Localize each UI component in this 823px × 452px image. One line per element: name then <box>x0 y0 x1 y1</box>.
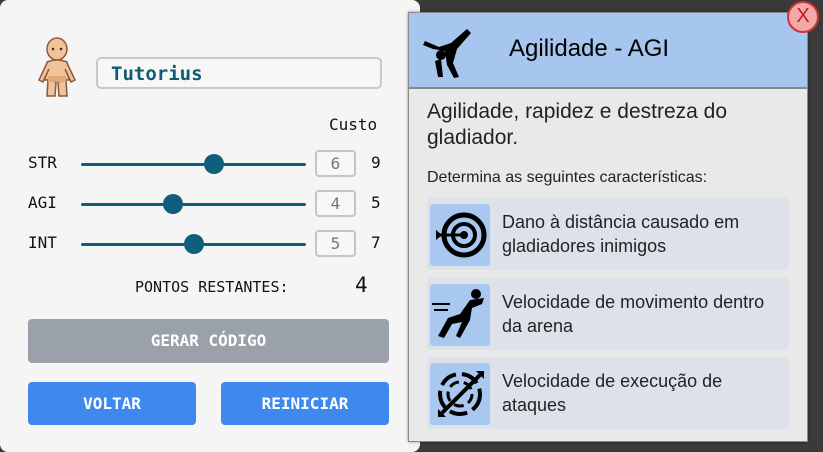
feature-text: Dano à distância causado em gladiadores … <box>502 212 740 256</box>
acrobat-handstand-icon <box>421 21 481 79</box>
stat-row-str: STR 6 9 <box>0 149 420 179</box>
close-button[interactable]: X <box>787 1 819 33</box>
str-cost: 9 <box>371 153 381 172</box>
gladiator-avatar <box>35 36 79 100</box>
attribute-description: Agilidade, rapidez e destreza do gladiad… <box>427 100 728 149</box>
whirlwind-swords-icon <box>430 363 490 425</box>
reset-button[interactable]: REINICIAR <box>221 382 389 425</box>
info-header: Agilidade - AGI <box>409 13 807 89</box>
slider-knob[interactable] <box>183 234 204 254</box>
target-arrow-icon <box>430 204 490 266</box>
agi-cost: 5 <box>371 193 381 212</box>
gladiator-name: Tutorius <box>111 63 203 85</box>
int-value-input[interactable]: 5 <box>315 230 356 257</box>
remaining-points-value: 4 <box>355 273 368 297</box>
feature-item: Velocidade de movimento dentro da arena <box>427 278 789 350</box>
stat-row-int: INT 5 7 <box>0 229 420 259</box>
feature-item: Velocidade de execução de ataques <box>427 357 789 429</box>
info-title: Agilidade - AGI <box>509 35 670 62</box>
gladiator-name-field[interactable]: Tutorius <box>96 57 382 89</box>
features-subtitle: Determina as seguintes características: <box>427 169 708 186</box>
slider-knob[interactable] <box>203 154 224 174</box>
int-cost: 7 <box>371 233 381 252</box>
agi-slider[interactable] <box>81 194 306 214</box>
back-button[interactable]: VOLTAR <box>28 382 196 425</box>
stat-label: INT <box>28 233 57 252</box>
stats-panel: Tutorius Custo STR 6 9 AGI 4 5 INT 5 7 P… <box>0 0 420 452</box>
str-slider[interactable] <box>81 154 306 174</box>
stat-label: STR <box>28 153 57 172</box>
remaining-points-label: PONTOS RESTANTES: <box>135 278 289 296</box>
stat-label: AGI <box>28 193 57 212</box>
feature-text: Velocidade de movimento dentro da arena <box>502 292 765 336</box>
cost-column-header: Custo <box>329 115 378 134</box>
agi-value-input[interactable]: 4 <box>315 190 356 217</box>
attribute-info-panel: Agilidade - AGI Agilidade, rapidez e des… <box>408 12 808 442</box>
generate-code-button[interactable]: GERAR CÓDIGO <box>28 319 389 363</box>
str-value-input[interactable]: 6 <box>315 150 356 177</box>
feature-item: Dano à distância causado em gladiadores … <box>427 198 789 270</box>
int-slider[interactable] <box>81 234 306 254</box>
stat-row-agi: AGI 4 5 <box>0 189 420 219</box>
feature-text: Velocidade de execução de ataques <box>502 371 723 415</box>
slider-knob[interactable] <box>163 194 184 214</box>
running-figure-icon <box>430 284 490 346</box>
